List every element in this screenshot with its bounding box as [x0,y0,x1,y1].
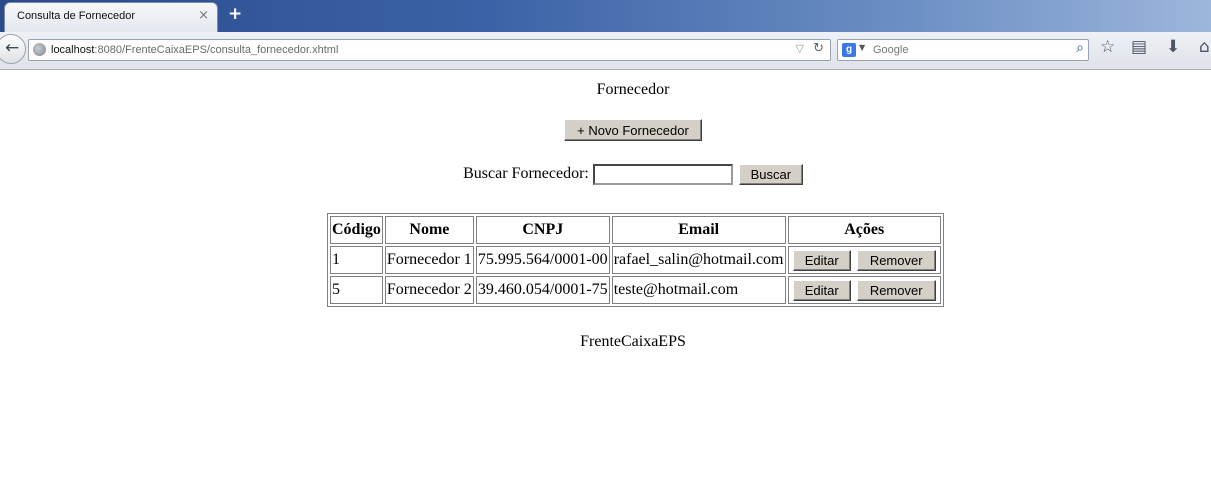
home-icon[interactable]: ⌂ [1199,37,1210,57]
star-icon[interactable]: ☆ [1100,37,1115,57]
back-arrow-icon: ← [5,38,20,58]
cell-acoes: Editar Remover [787,246,941,274]
cell-email: teste@hotmail.com [611,276,786,304]
chevron-down-icon[interactable]: ▼ [859,43,865,52]
search-label: Buscar Fornecedor: [463,165,589,183]
clipboard-icon[interactable]: ▤ [1131,37,1147,57]
dropdown-icon[interactable]: ▽ [796,42,804,55]
edit-button[interactable]: Editar [792,279,851,301]
cell-codigo: 5 [330,276,383,304]
search-icon[interactable]: ⌕ [1076,40,1084,56]
header-email: Email [611,216,786,244]
reload-icon[interactable]: ↻ [813,41,824,56]
search-placeholder: Google [873,44,909,56]
search-input[interactable] [592,164,733,185]
close-icon[interactable]: × [198,8,209,23]
supplier-table: Código Nome CNPJ Email Ações 1 Fornecedo… [327,213,944,307]
search-button[interactable]: Buscar [738,164,803,185]
download-icon[interactable]: ⬇ [1166,37,1180,57]
table-row: 5 Fornecedor 2 39.460.054/0001-75 teste@… [330,276,941,304]
url-text: localhost:8080/FrenteCaixaEPS/consulta_f… [51,44,339,56]
search-bar[interactable]: g ▼ Google ⌕ [837,39,1089,61]
browser-toolbar: ← localhost:8080/FrenteCaixaEPS/consulta… [0,32,1211,70]
browser-tab[interactable]: Consulta de Fornecedor × [4,2,218,32]
cell-nome: Fornecedor 1 [384,246,474,274]
page-footer: FrenteCaixaEPS [580,333,686,350]
page-title: Fornecedor [596,81,670,98]
address-bar[interactable]: localhost:8080/FrenteCaixaEPS/consulta_f… [28,39,831,61]
google-icon[interactable]: g [842,43,856,57]
table-header-row: Código Nome CNPJ Email Ações [330,216,941,244]
table-row: 1 Fornecedor 1 75.995.564/0001-00 rafael… [330,246,941,274]
page-content: Fornecedor + Novo Fornecedor Buscar Forn… [0,71,1211,504]
tab-title: Consulta de Fornecedor [17,10,136,22]
cell-codigo: 1 [330,246,383,274]
edit-button[interactable]: Editar [792,249,851,271]
new-tab-icon[interactable]: + [228,4,242,24]
header-codigo: Código [330,216,383,244]
remove-button[interactable]: Remover [856,279,936,301]
remove-button[interactable]: Remover [856,249,936,271]
header-cnpj: CNPJ [475,216,610,244]
header-nome: Nome [384,216,474,244]
cell-email: rafael_salin@hotmail.com [611,246,786,274]
header-acoes: Ações [787,216,941,244]
cell-cnpj: 75.995.564/0001-00 [475,246,610,274]
browser-titlebar: Consulta de Fornecedor × + [0,0,1211,32]
back-button[interactable]: ← [0,34,26,64]
cell-cnpj: 39.460.054/0001-75 [475,276,610,304]
globe-icon [33,43,46,56]
cell-nome: Fornecedor 2 [384,276,474,304]
search-form: Buscar Fornecedor: Buscar [0,164,1211,185]
cell-acoes: Editar Remover [787,276,941,304]
add-supplier-button[interactable]: + Novo Fornecedor [564,119,702,141]
